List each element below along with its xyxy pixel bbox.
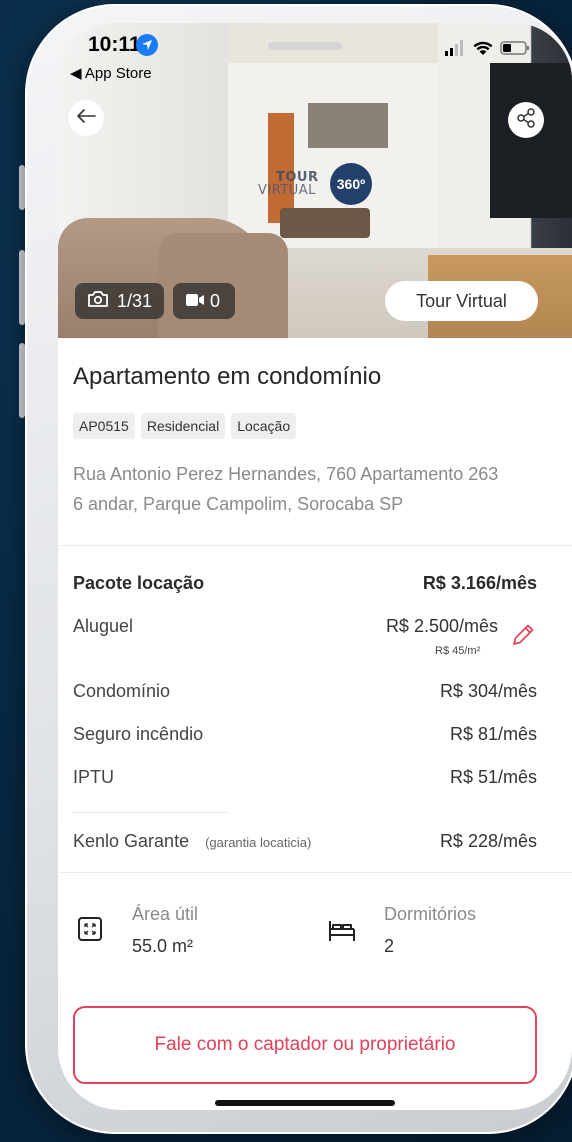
guarantee-note: (garantia locaticia) — [205, 835, 312, 850]
tag-type: Residencial — [140, 413, 226, 439]
share-button[interactable] — [508, 102, 544, 138]
condo-value: R$ 304/mês — [439, 681, 537, 701]
bedrooms-label: Dormitórios — [384, 904, 477, 924]
area-icon — [77, 916, 103, 947]
notch-speaker — [268, 42, 342, 50]
area-label: Área útil — [132, 904, 199, 924]
back-to-app-store-link[interactable]: ◀ App Store — [70, 64, 152, 82]
guarantee-label-group: Kenlo Garante (garantia locaticia) — [73, 831, 311, 852]
bedrooms-value: 2 — [384, 936, 395, 956]
package-row: Pacote locação R$ 3.166/mês — [73, 573, 537, 594]
guarantee-row: Kenlo Garante (garantia locaticia) R$ 228… — [73, 831, 537, 852]
listing-tags: AP0515 Residencial Locação — [73, 413, 297, 439]
iptu-value: R$ 51/mês — [449, 767, 537, 787]
pencil-icon — [510, 624, 536, 652]
iptu-row: IPTU R$ 51/mês — [73, 767, 537, 788]
location-arrow-icon — [136, 34, 158, 56]
rent-per-m2: R$ 45/m² — [435, 645, 481, 657]
videos-counter[interactable]: 0 — [173, 283, 235, 319]
insurance-label: Seguro incêndio — [73, 724, 204, 744]
insurance-value: R$ 81/mês — [449, 724, 537, 744]
battery-icon — [500, 40, 530, 61]
share-icon — [515, 107, 537, 134]
tag-code: AP0515 — [73, 413, 135, 439]
contact-owner-button[interactable]: Fale com o captador ou proprietário — [73, 1006, 537, 1084]
wifi-icon — [472, 40, 494, 61]
tour-360-logo: TOUR VIRTUAL 360º — [258, 163, 372, 205]
divider — [58, 545, 572, 546]
tag-purpose: Locação — [231, 413, 297, 439]
iptu-label: IPTU — [73, 767, 115, 787]
listing-title: Apartamento em condomínio — [73, 363, 382, 390]
area-value: 55.0 m² — [132, 936, 194, 956]
photos-counter[interactable]: 1/31 — [75, 283, 164, 319]
rent-row: Aluguel R$ 2.500/mês — [73, 616, 498, 637]
edit-rent-button[interactable] — [510, 622, 536, 653]
arrow-left-icon — [76, 108, 96, 129]
camera-icon — [87, 290, 109, 313]
signal-icon — [444, 40, 466, 61]
status-time: 10:11 — [88, 33, 141, 56]
guarantee-label: Kenlo Garante — [73, 831, 190, 851]
rent-value: R$ 2.500/mês — [385, 616, 498, 636]
package-label: Pacote locação — [73, 573, 205, 593]
package-value: R$ 3.166/mês — [422, 573, 537, 593]
divider — [58, 872, 572, 873]
photos-count: 1/31 — [117, 290, 153, 311]
bed-icon — [327, 917, 357, 948]
tour-logo-badge: 360º — [330, 163, 372, 205]
listing-address: Rua Antonio Perez Hernandes, 760 Apartam… — [73, 464, 499, 514]
insurance-row: Seguro incêndio R$ 81/mês — [73, 724, 537, 745]
virtual-tour-button[interactable]: Tour Virtual — [385, 281, 538, 321]
videos-count: 0 — [210, 290, 221, 311]
back-button[interactable] — [68, 100, 104, 136]
video-camera-icon — [185, 291, 205, 312]
guarantee-value: R$ 228/mês — [439, 831, 537, 851]
rent-label: Aluguel — [73, 616, 134, 636]
divider — [73, 812, 227, 813]
tour-logo-line2: VIRTUAL — [258, 183, 316, 198]
home-indicator[interactable] — [215, 1100, 395, 1106]
status-icons — [444, 40, 530, 61]
condo-row: Condomínio R$ 304/mês — [73, 681, 537, 702]
condo-label: Condomínio — [73, 681, 171, 701]
